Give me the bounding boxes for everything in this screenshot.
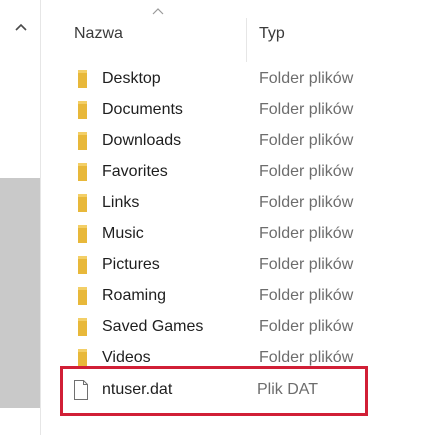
scroll-up-button[interactable] [11,17,31,37]
folder-icon [78,132,87,150]
folder-name: Videos [102,349,151,366]
folder-type: Folder plików [259,70,354,87]
folder-icon [78,318,87,336]
folder-row-music[interactable]: Music Folder plików [40,219,447,250]
column-header: Nazwa Typ [40,0,447,62]
folder-icon [78,256,87,274]
scrollbar-thumb[interactable] [0,178,40,408]
folder-icon [78,225,87,243]
folder-name: Pictures [102,256,160,273]
folder-name: Links [102,194,140,211]
folder-type: Folder plików [259,225,354,242]
folder-name: Downloads [102,132,182,149]
folder-row-links[interactable]: Links Folder plików [40,188,447,219]
folder-type: Folder plików [259,101,354,118]
folder-row-favorites[interactable]: Favorites Folder plików [40,157,447,188]
folder-name: Documents [102,101,183,118]
file-row-ntuser[interactable]: ntuser.dat Plik DAT [60,366,368,416]
folder-row-saved-games[interactable]: Saved Games Folder plików [40,312,447,343]
folder-type: Folder plików [259,132,354,149]
folder-row-videos[interactable]: Videos Folder plików [40,343,447,366]
chevron-up-icon [15,23,27,31]
folder-name: Desktop [102,70,161,87]
folder-row-downloads[interactable]: Downloads Folder plików [40,126,447,157]
folder-name: Favorites [102,163,168,180]
folder-row-documents[interactable]: Documents Folder plików [40,95,447,126]
folder-type: Folder plików [259,163,354,180]
sort-ascending-icon [152,8,164,15]
column-name-header[interactable]: Nazwa [74,25,123,43]
file-type: Plik DAT [257,381,319,398]
folder-icon [78,70,87,88]
column-type-header[interactable]: Typ [259,25,285,43]
folder-row-roaming[interactable]: Roaming Folder plików [40,281,447,312]
scrollbar[interactable] [0,0,41,435]
folder-type: Folder plików [259,256,354,273]
file-name: ntuser.dat [102,381,173,398]
column-divider[interactable] [246,18,247,62]
folder-icon [78,163,87,181]
folder-row-pictures[interactable]: Pictures Folder plików [40,250,447,281]
folder-row-desktop[interactable]: Desktop Folder plików [40,64,447,95]
folder-icon [78,287,87,305]
folder-name: Music [102,225,144,242]
folder-name: Roaming [102,287,167,304]
folder-type: Folder plików [259,194,354,211]
folder-type: Folder plików [259,318,354,335]
folder-icon [78,349,87,366]
folder-name: Saved Games [102,318,204,335]
file-icon [74,380,88,400]
folder-icon [78,194,87,212]
folder-type: Folder plików [259,349,354,366]
folder-type: Folder plików [259,287,354,304]
folder-icon [78,101,87,119]
